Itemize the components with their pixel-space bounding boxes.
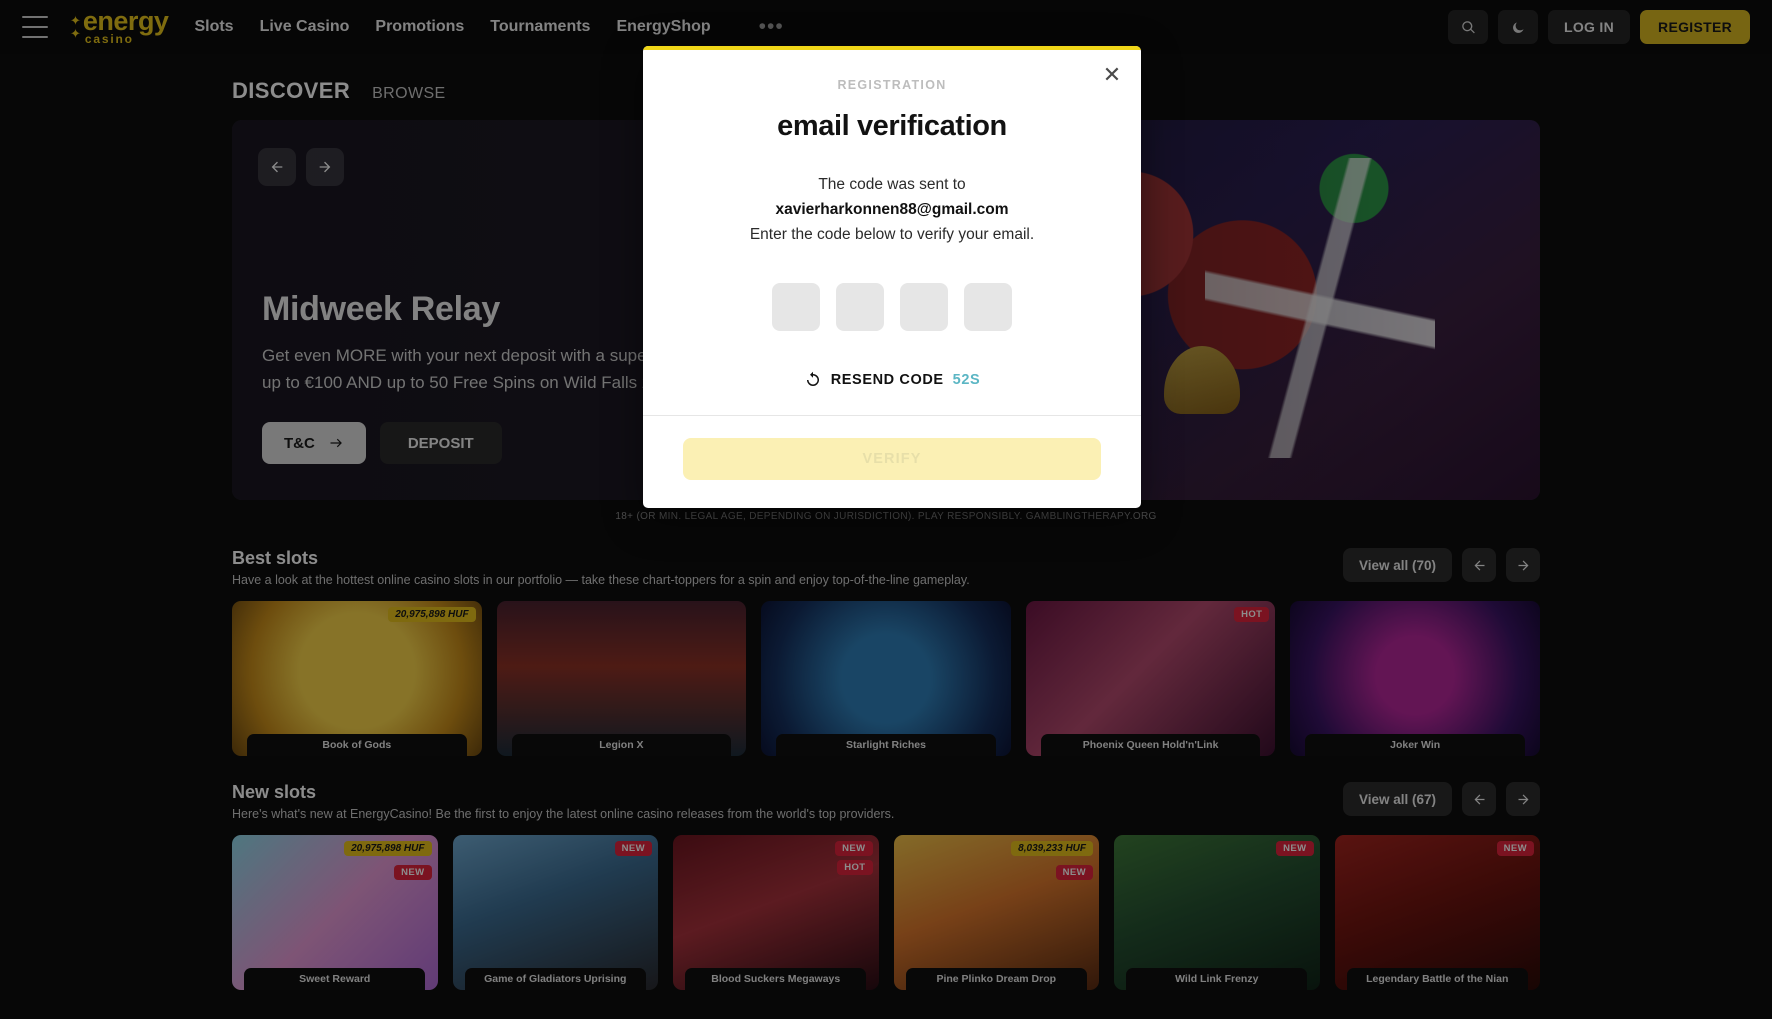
verify-button[interactable]: VERIFY bbox=[683, 438, 1101, 481]
email-verification-modal: ✕ REGISTRATION email verification The co… bbox=[643, 46, 1141, 509]
resend-code-label: RESEND CODE bbox=[830, 372, 944, 389]
resend-code-button[interactable]: RESEND CODE 52S bbox=[683, 371, 1101, 415]
refresh-icon bbox=[806, 372, 819, 387]
code-digit-1[interactable] bbox=[772, 283, 820, 332]
recipient-email: xavierharkonnen88@gmail.com bbox=[775, 200, 1009, 218]
close-icon[interactable]: ✕ bbox=[1097, 60, 1127, 90]
code-digit-4[interactable] bbox=[964, 283, 1012, 332]
code-digit-3[interactable] bbox=[900, 283, 948, 332]
enter-code-line: Enter the code below to verify your emai… bbox=[749, 225, 1035, 243]
modal-kicker: REGISTRATION bbox=[837, 78, 947, 92]
code-digit-2[interactable] bbox=[836, 283, 884, 332]
modal-footer: VERIFY bbox=[643, 415, 1141, 508]
app-root: ✦ ✦ energy casino Slots Live Casino Promo… bbox=[0, 0, 1772, 1019]
modal-body: ✕ REGISTRATION email verification The co… bbox=[643, 50, 1141, 415]
modal-instructions: The code was sent to xavierharkonnen88@g… bbox=[683, 173, 1101, 247]
sent-to-line: The code was sent to bbox=[818, 176, 966, 193]
resend-timer: 52S bbox=[952, 372, 981, 389]
page-title: email verification bbox=[777, 110, 1007, 142]
verification-code-inputs bbox=[683, 283, 1101, 332]
